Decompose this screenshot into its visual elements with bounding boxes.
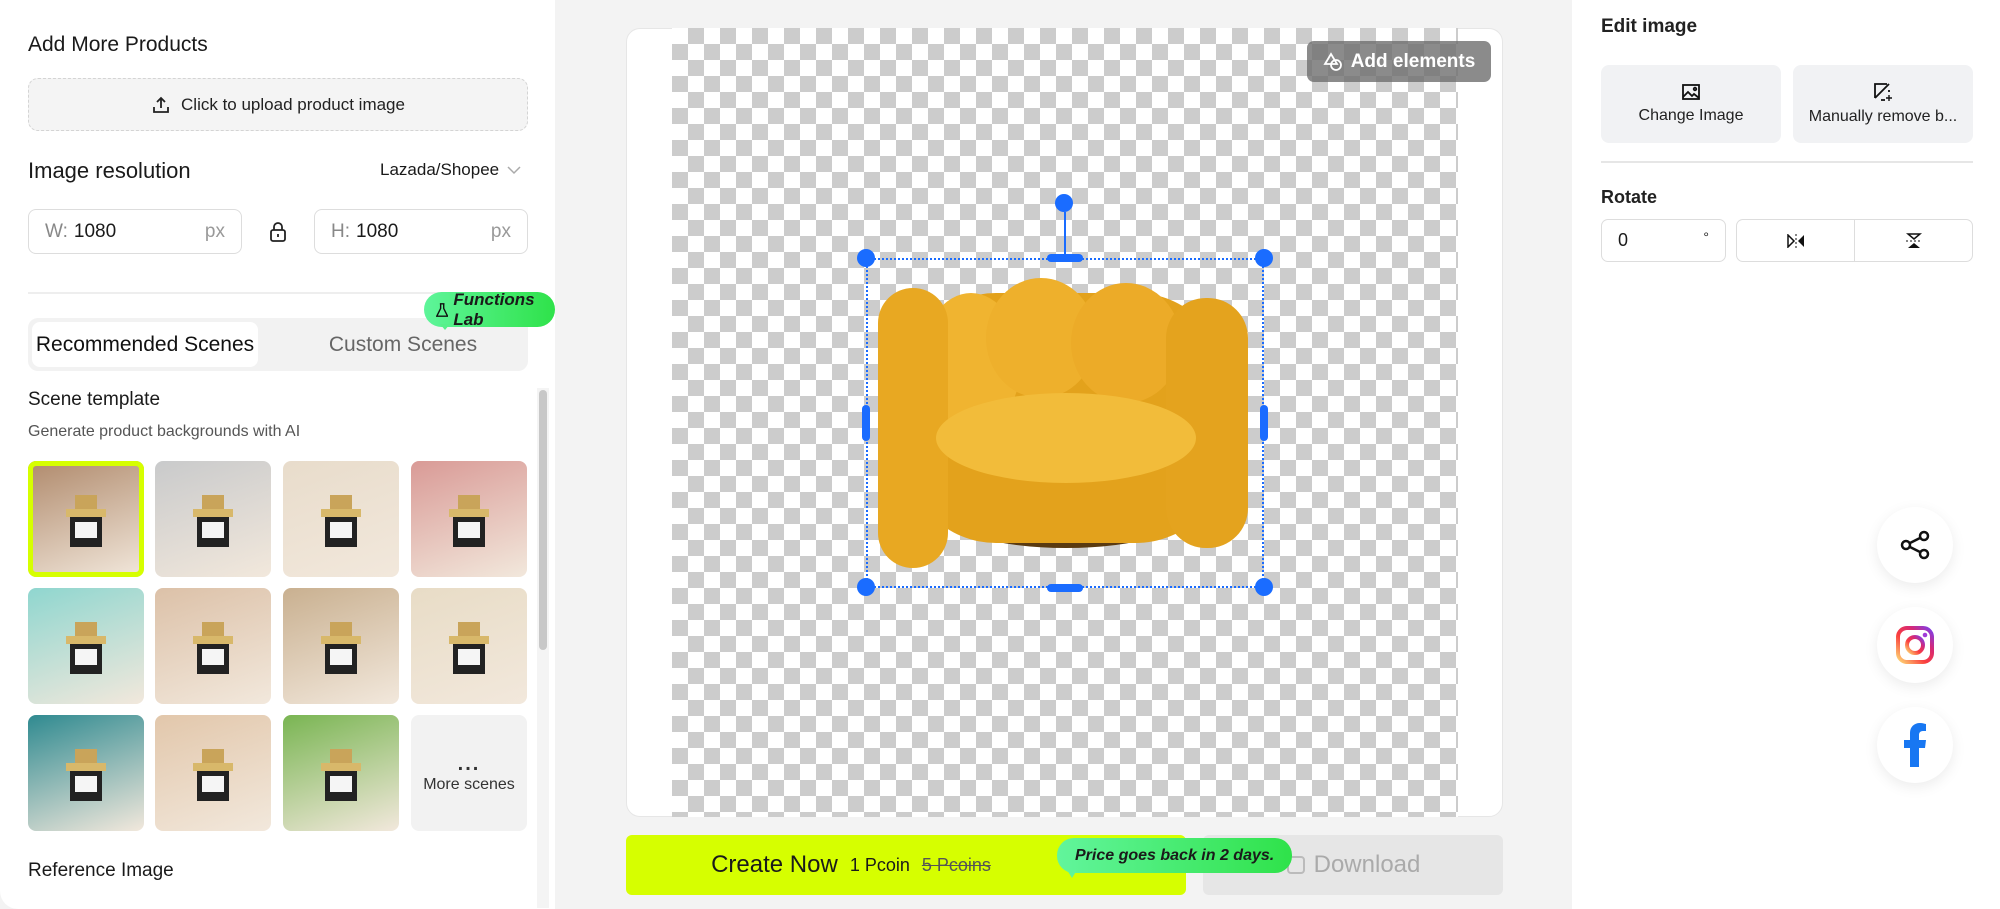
upload-label: Click to upload product image (181, 94, 405, 114)
eraser-sparkle-icon (1874, 83, 1892, 101)
add-elements-label: Add elements (1350, 50, 1476, 72)
flask-icon (436, 302, 449, 317)
right-panel: Edit image Change Image Manually remove … (1572, 0, 2000, 909)
lock-icon[interactable] (268, 221, 288, 243)
change-image-button[interactable]: Change Image (1601, 65, 1781, 143)
height-unit: px (490, 220, 511, 242)
scene-thumbnail[interactable] (28, 461, 144, 577)
platform-dropdown[interactable]: Lazada/Shopee (380, 160, 521, 180)
more-scenes-label: More scenes (423, 775, 515, 793)
perfume-bottle-icon (321, 495, 361, 547)
old-price-label: 5 Pcoins (921, 854, 991, 875)
image-icon (1682, 84, 1700, 100)
instagram-button[interactable] (1877, 607, 1953, 683)
perfume-bottle-icon (66, 495, 106, 547)
scene-template-subtitle: Generate product backgrounds with AI (28, 423, 301, 440)
width-label: W: (45, 220, 68, 242)
resolution-title: Image resolution (28, 158, 191, 183)
flip-horizontal-button[interactable] (1737, 220, 1855, 261)
flip-vertical-icon (1905, 232, 1922, 248)
edit-image-title: Edit image (1601, 16, 1698, 37)
badge-label: Functions Lab (453, 289, 535, 329)
resize-handle-bl[interactable] (857, 578, 875, 596)
selection-box[interactable] (866, 258, 1264, 588)
price-label: 1 Pcoin (849, 854, 910, 875)
add-elements-button[interactable]: Add elements (1307, 41, 1491, 82)
remove-background-label: Manually remove b... (1808, 108, 1958, 125)
perfume-bottle-icon (66, 622, 106, 674)
scene-thumbnail[interactable] (411, 588, 527, 704)
perfume-bottle-icon (321, 622, 361, 674)
scrollbar-track[interactable] (537, 388, 549, 908)
resize-handle-tr[interactable] (1255, 249, 1273, 267)
upload-icon (153, 96, 169, 113)
flip-horizontal-icon (1786, 233, 1804, 248)
perfume-bottle-icon (321, 749, 361, 801)
height-value: 1080 (356, 220, 399, 242)
scene-thumbnail[interactable] (28, 588, 144, 704)
change-image-label: Change Image (1638, 107, 1744, 124)
rotate-stem (1064, 212, 1066, 258)
perfume-bottle-icon (193, 495, 233, 547)
resize-handle-top[interactable] (1047, 254, 1083, 262)
scene-thumbnail[interactable] (411, 461, 527, 577)
width-unit: px (204, 220, 225, 242)
share-icon (1900, 530, 1930, 560)
scene-thumbnail[interactable] (28, 715, 144, 831)
more-icon: ... (457, 752, 481, 775)
rotate-handle[interactable] (1055, 194, 1073, 212)
instagram-icon (1896, 626, 1934, 664)
flip-vertical-button[interactable] (1855, 220, 1972, 261)
resize-handle-left[interactable] (862, 405, 870, 441)
price-tooltip: Price goes back in 2 days. (1057, 838, 1293, 878)
scrollbar-thumb[interactable] (539, 390, 547, 650)
perfume-bottle-icon (193, 749, 233, 801)
platform-value: Lazada/Shopee (380, 160, 500, 179)
scene-thumbnail[interactable] (283, 588, 399, 704)
perfume-bottle-icon (449, 622, 489, 674)
scene-thumbnail[interactable] (155, 715, 271, 831)
perfume-bottle-icon (449, 495, 489, 547)
shapes-icon (1323, 51, 1342, 71)
scene-thumbnail[interactable] (283, 461, 399, 577)
left-panel: Add More Products Click to upload produc… (0, 0, 555, 909)
remove-background-button[interactable]: Manually remove b... (1793, 65, 1973, 143)
divider (1601, 161, 1973, 163)
resize-handle-right[interactable] (1260, 405, 1268, 441)
facebook-button[interactable] (1877, 707, 1953, 783)
tab-recommended-scenes[interactable]: Recommended Scenes (32, 322, 258, 367)
download-label: Download (1313, 851, 1421, 878)
upload-product-button[interactable]: Click to upload product image (28, 78, 528, 131)
add-products-title: Add More Products (28, 33, 208, 56)
chevron-down-icon (507, 166, 521, 175)
rotate-value: 0 (1618, 230, 1629, 250)
scene-thumbnail[interactable] (283, 715, 399, 831)
rotate-input[interactable]: 0 ° (1601, 219, 1726, 262)
height-input[interactable]: H: 1080 px (314, 209, 528, 254)
resize-handle-tl[interactable] (857, 249, 875, 267)
create-label: Create Now (711, 851, 838, 878)
scene-thumbnail[interactable] (155, 588, 271, 704)
height-label: H: (331, 220, 350, 242)
resize-handle-br[interactable] (1255, 578, 1273, 596)
resize-handle-bottom[interactable] (1047, 584, 1083, 592)
width-input[interactable]: W: 1080 px (28, 209, 242, 254)
perfume-bottle-icon (66, 749, 106, 801)
more-scenes-button[interactable]: ... More scenes (411, 715, 527, 831)
reference-image-title: Reference Image (28, 860, 174, 881)
facebook-icon (1904, 723, 1926, 767)
functions-lab-badge: Functions Lab (424, 289, 555, 330)
scene-template-title: Scene template (28, 389, 161, 410)
rotate-title: Rotate (1601, 187, 1658, 207)
scene-thumbnail[interactable] (155, 461, 271, 577)
share-button[interactable] (1877, 507, 1953, 583)
degree-symbol: ° (1703, 228, 1709, 245)
width-value: 1080 (73, 220, 117, 242)
perfume-bottle-icon (193, 622, 233, 674)
flip-buttons (1736, 219, 1973, 262)
